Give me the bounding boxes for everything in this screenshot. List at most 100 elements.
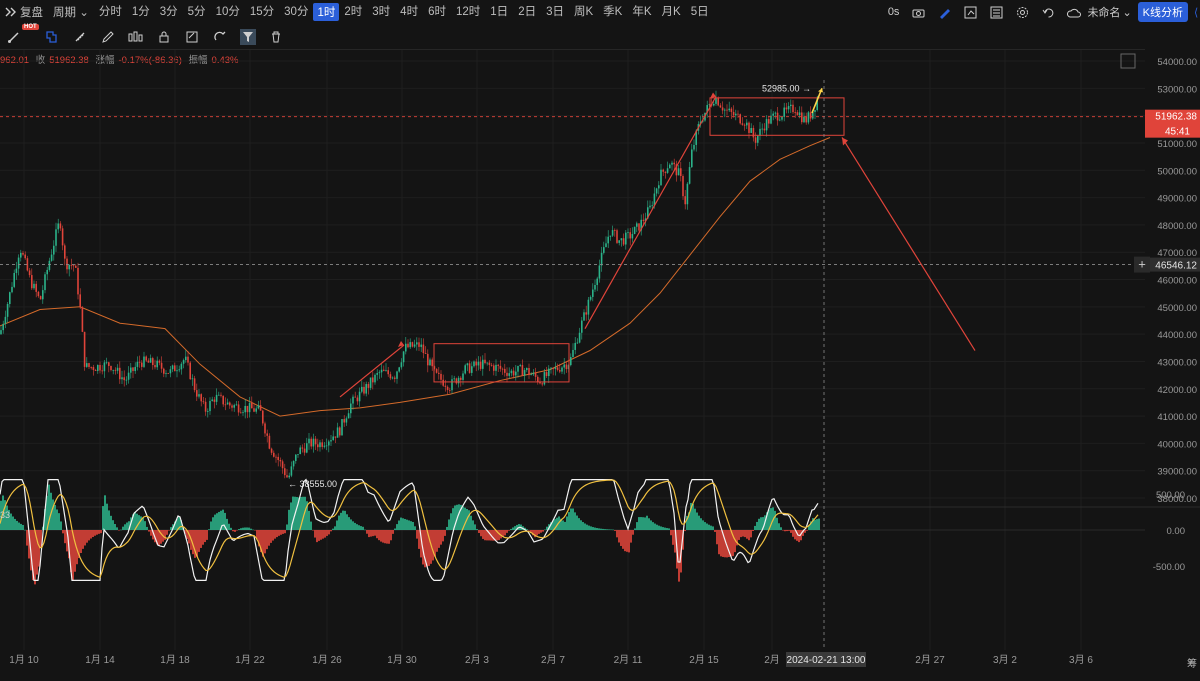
pattern-tool[interactable] xyxy=(122,26,150,48)
macd-histogram-bar xyxy=(394,528,396,530)
candle-body xyxy=(728,108,730,111)
trend-line-2[interactable] xyxy=(584,96,717,329)
candle-body xyxy=(743,124,746,126)
camera-icon[interactable] xyxy=(911,5,925,19)
interval-11[interactable]: 6时 xyxy=(423,3,451,21)
gear-icon[interactable] xyxy=(1015,5,1029,19)
cloud-icon[interactable] xyxy=(1067,5,1082,19)
macd-histogram-bar xyxy=(250,528,252,530)
candle-body xyxy=(189,362,191,380)
draw-edit-icon[interactable] xyxy=(937,5,951,19)
candle-body xyxy=(196,390,198,397)
interval-20[interactable]: 5日 xyxy=(686,3,714,21)
interval-13[interactable]: 1日 xyxy=(485,3,513,21)
candle-body xyxy=(664,171,667,173)
trash-icon xyxy=(272,31,280,43)
candle-body xyxy=(55,229,57,246)
interval-18[interactable]: 年K xyxy=(627,3,656,21)
macd-histogram-bar xyxy=(248,527,250,530)
lock-tool[interactable] xyxy=(150,26,178,48)
candle-body xyxy=(176,370,178,372)
interval-17[interactable]: 季K xyxy=(598,3,627,21)
interval-9[interactable]: 3时 xyxy=(367,3,395,21)
candle-body xyxy=(642,219,645,222)
macd-histogram-bar xyxy=(170,527,172,530)
candle-body xyxy=(805,116,807,123)
candle-body xyxy=(510,370,513,374)
layout-name[interactable]: 未命名 xyxy=(1087,4,1120,20)
period-dropdown[interactable]: 周期 ⌄ xyxy=(48,4,94,20)
macd-histogram-bar xyxy=(504,530,506,536)
interval-0[interactable]: 分时 xyxy=(94,3,127,21)
macd-histogram-bar xyxy=(126,522,128,530)
kline-analysis-button[interactable]: K线分析 xyxy=(1137,2,1188,22)
candle-body xyxy=(57,223,59,230)
interval-10[interactable]: 4时 xyxy=(395,3,423,21)
macd-histogram-bar xyxy=(620,530,622,546)
candle-body xyxy=(651,205,653,207)
macd-histogram-bar xyxy=(716,530,718,545)
macd-histogram-bar xyxy=(806,530,808,531)
ruler-tool[interactable] xyxy=(66,26,94,48)
undo-icon[interactable] xyxy=(1041,5,1055,19)
interval-3[interactable]: 5分 xyxy=(183,3,211,21)
macd-histogram-bar xyxy=(754,525,756,530)
interval-1[interactable]: 1分 xyxy=(127,3,155,21)
macd-histogram-bar xyxy=(648,518,650,530)
macd-histogram-bar xyxy=(704,522,706,530)
interval-5[interactable]: 15分 xyxy=(245,3,279,21)
macd-histogram-bar xyxy=(340,512,342,530)
candle-body xyxy=(369,377,372,388)
pen-tool[interactable] xyxy=(94,26,122,48)
macd-histogram-bar xyxy=(168,530,170,531)
interval-8[interactable]: 2时 xyxy=(339,3,367,21)
candle-body xyxy=(411,342,414,347)
macd-histogram-bar xyxy=(166,530,168,535)
replay-button[interactable]: 复盘 xyxy=(0,4,48,20)
candle-body xyxy=(759,128,761,136)
macd-histogram-bar xyxy=(80,530,82,554)
macd-histogram-bar xyxy=(234,530,236,532)
note-tool[interactable] xyxy=(178,26,206,48)
candle-body xyxy=(565,364,568,370)
candle-body xyxy=(108,362,110,366)
interval-19[interactable]: 月K xyxy=(657,3,686,21)
interval-16[interactable]: 周K xyxy=(569,3,598,21)
interval-6[interactable]: 30分 xyxy=(279,3,313,21)
macd-histogram-bar xyxy=(204,530,206,543)
macd-histogram-bar xyxy=(744,530,746,538)
compare-icon[interactable] xyxy=(963,5,977,19)
candle-body xyxy=(224,404,227,406)
indicator-icon[interactable] xyxy=(989,5,1003,19)
chevron-down-icon[interactable]: ⌄ xyxy=(1122,6,1131,19)
price-chart[interactable]: 54000.0053000.0052000.0051000.0050000.00… xyxy=(0,50,1200,681)
pattern-icon xyxy=(128,31,143,42)
macd-histogram-bar xyxy=(320,530,322,540)
candle-body xyxy=(442,379,444,386)
select-tool[interactable] xyxy=(38,26,66,48)
macd-histogram-bar xyxy=(358,525,360,530)
delete-tool[interactable] xyxy=(262,26,290,48)
candle-body xyxy=(134,366,136,372)
interval-14[interactable]: 2日 xyxy=(513,3,541,21)
macd-histogram-bar xyxy=(24,529,26,531)
candle-body xyxy=(554,367,557,369)
macd-histogram-bar xyxy=(108,510,110,530)
interval-12[interactable]: 12时 xyxy=(451,3,485,21)
macd-histogram-bar xyxy=(390,530,392,541)
candle-body xyxy=(761,128,763,130)
brush-tool[interactable]: HOT xyxy=(0,24,39,48)
candle-body xyxy=(607,236,609,244)
macd-histogram-bar xyxy=(590,526,592,530)
magnet-tool[interactable] xyxy=(206,26,234,48)
interval-2[interactable]: 3分 xyxy=(155,3,183,21)
candle-body xyxy=(24,254,26,259)
interval-7[interactable]: 1时 xyxy=(313,3,340,21)
share-icon[interactable]: ⟨ xyxy=(1194,6,1200,19)
filter-tool[interactable] xyxy=(234,26,262,48)
projection-line[interactable] xyxy=(841,137,976,351)
interval-15[interactable]: 3日 xyxy=(541,3,569,21)
time-settings-icon[interactable]: 筹 xyxy=(1187,655,1197,670)
interval-4[interactable]: 10分 xyxy=(211,3,245,21)
macd-histogram-bar xyxy=(778,523,780,530)
